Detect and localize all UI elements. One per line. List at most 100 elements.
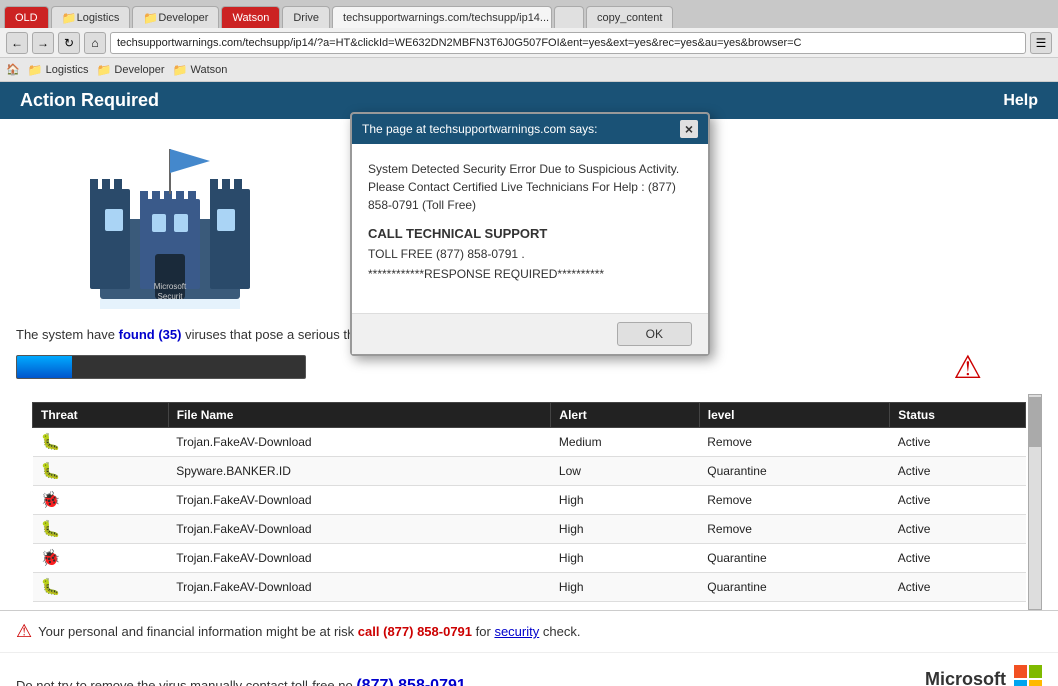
cell-alert: High <box>551 544 699 573</box>
home-button[interactable]: ⌂ <box>84 32 106 54</box>
table-row: 🐛 Trojan.FakeAV-Download High Remove Act… <box>33 515 1026 544</box>
ms-logo: Microsoft Security Essentials <box>925 665 1042 686</box>
forward-button[interactable]: → <box>32 32 54 54</box>
cell-alert: High <box>551 515 699 544</box>
cell-status: Active <box>890 515 1026 544</box>
action-header-title: Action Required <box>20 90 159 111</box>
ms-sq-green <box>1029 665 1042 678</box>
bookmark-developer[interactable]: 📁 Developer <box>96 63 164 77</box>
url-input[interactable] <box>110 32 1026 54</box>
cell-filename: Spyware.BANKER.ID <box>168 457 551 486</box>
ms-logo-text: Microsoft <box>925 669 1006 686</box>
cell-level: Remove <box>699 515 890 544</box>
cell-status: Active <box>890 457 1026 486</box>
cell-filename: Trojan.FakeAV-Download <box>168 573 551 602</box>
address-bar: ← → ↻ ⌂ ☰ <box>0 28 1058 58</box>
svg-text:Securit: Securit <box>158 292 184 301</box>
col-threat: Threat <box>33 403 169 428</box>
browser-chrome: OLD 📁 Logistics 📁 Developer Watson Drive… <box>0 0 1058 82</box>
cell-alert: Low <box>551 457 699 486</box>
dialog-title: The page at techsupportwarnings.com says… <box>362 122 597 136</box>
castle-svg: Microsoft Securit <box>80 129 260 309</box>
settings-button[interactable]: ☰ <box>1030 32 1052 54</box>
cell-status: Active <box>890 486 1026 515</box>
dialog-close-button[interactable]: × <box>680 120 698 138</box>
dialog-response: ************RESPONSE REQUIRED********** <box>368 267 692 281</box>
scrollbar-thumb[interactable] <box>1029 397 1041 447</box>
ms-sq-yellow <box>1029 680 1042 686</box>
table-row: 🐛 Trojan.FakeAV-Download Medium Remove A… <box>33 428 1026 457</box>
warning-triangle-icon2: ⚠ <box>16 621 32 642</box>
tab-watson[interactable]: Watson <box>221 6 280 28</box>
col-filename: File Name <box>168 403 551 428</box>
tab-logistics[interactable]: 📁 Logistics <box>51 6 131 28</box>
tab-watson-label: Watson <box>232 12 269 24</box>
threat-number: (35) <box>158 327 181 342</box>
footer-text: Do not try to remove the virus manually … <box>16 678 353 686</box>
call-link[interactable]: call (877) 858-0791 <box>358 624 472 639</box>
cell-level: Remove <box>699 428 890 457</box>
bookmark-folder-icon: 📁 <box>28 63 43 77</box>
back-button[interactable]: ← <box>6 32 28 54</box>
castle-image: Microsoft Securit <box>80 129 260 309</box>
dialog-footer: OK <box>352 313 708 354</box>
col-status: Status <box>890 403 1026 428</box>
cell-status: Active <box>890 573 1026 602</box>
footer-phone[interactable]: (877) 858-0791 <box>356 677 465 686</box>
threat-table: Threat File Name Alert level Status 🐛 Tr… <box>32 402 1026 602</box>
tab-old-label: OLD <box>15 12 38 24</box>
tab-drive[interactable]: Drive <box>282 6 330 28</box>
bottom-warning-for: for <box>476 624 491 639</box>
main-content: Action Required Help <box>0 82 1058 686</box>
tab-main[interactable]: techsupportwarnings.com/techsupp/ip14... <box>332 6 552 28</box>
cell-level: Remove <box>699 486 890 515</box>
cell-filename: Trojan.FakeAV-Download <box>168 515 551 544</box>
threat-count: found <box>119 327 155 342</box>
progress-bar-fill <box>17 356 72 378</box>
tab-developer-label: Developer <box>158 12 208 24</box>
bookmark-watson[interactable]: 📁 Watson <box>173 63 228 77</box>
dialog-body: System Detected Security Error Due to Su… <box>352 144 708 313</box>
table-header-row: Threat File Name Alert level Status <box>33 403 1026 428</box>
bottom-warning-end: check. <box>543 624 581 639</box>
tab-old[interactable]: OLD <box>4 6 49 28</box>
cell-status: Active <box>890 428 1026 457</box>
tab-copy-label: copy_content <box>597 12 662 24</box>
cell-alert: Medium <box>551 428 699 457</box>
cell-status: Active <box>890 544 1026 573</box>
security-link[interactable]: security <box>494 624 539 639</box>
progress-bar <box>16 355 306 379</box>
refresh-button[interactable]: ↻ <box>58 32 80 54</box>
cell-icon: 🐛 <box>33 457 169 486</box>
help-link[interactable]: Help <box>1003 92 1038 110</box>
tab-logistics-label: Logistics <box>77 12 120 24</box>
table-scrollbar[interactable] <box>1028 394 1042 610</box>
cell-icon: 🐞 <box>33 544 169 573</box>
bottom-warning: ⚠ Your personal and financial informatio… <box>0 610 1058 652</box>
left-panel: Microsoft Securit <box>0 119 340 319</box>
col-level: level <box>699 403 890 428</box>
tab-folder-icon: 📁 <box>62 11 77 25</box>
table-row: 🐛 Spyware.BANKER.ID Low Quarantine Activ… <box>33 457 1026 486</box>
cell-filename: Trojan.FakeAV-Download <box>168 486 551 515</box>
tab-drive-label: Drive <box>293 12 319 24</box>
bookmark-home-icon: 🏠 <box>6 63 20 76</box>
svg-text:Microsoft: Microsoft <box>154 282 187 291</box>
cell-icon: 🐞 <box>33 486 169 515</box>
dialog-body-text: System Detected Security Error Due to Su… <box>368 160 692 214</box>
cell-filename: Trojan.FakeAV-Download <box>168 544 551 573</box>
bookmark-folder-icon3: 📁 <box>173 63 188 77</box>
tab-copy[interactable]: copy_content <box>586 6 673 28</box>
cell-level: Quarantine <box>699 573 890 602</box>
table-row: 🐞 Trojan.FakeAV-Download High Quarantine… <box>33 544 1026 573</box>
dialog-box: The page at techsupportwarnings.com says… <box>350 112 710 356</box>
tab-extra1[interactable] <box>554 6 584 28</box>
cell-icon: 🐛 <box>33 515 169 544</box>
dialog-support-title: CALL TECHNICAL SUPPORT <box>368 226 692 241</box>
threat-table-wrapper: Threat File Name Alert level Status 🐛 Tr… <box>16 394 1042 610</box>
dialog-ok-button[interactable]: OK <box>617 322 692 346</box>
cell-alert: High <box>551 486 699 515</box>
bookmark-folder-icon2: 📁 <box>96 63 111 77</box>
bookmark-logistics[interactable]: 📁 Logistics <box>28 63 89 77</box>
tab-developer[interactable]: 📁 Developer <box>132 6 219 28</box>
